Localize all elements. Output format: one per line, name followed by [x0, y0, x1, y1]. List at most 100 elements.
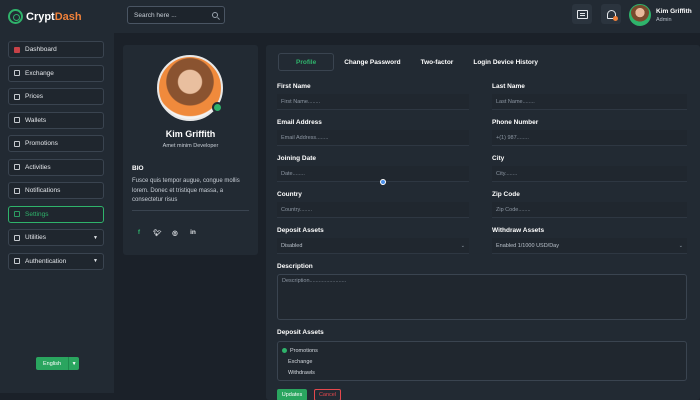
zip-input[interactable]: [496, 206, 683, 213]
brand-logo[interactable]: CryptDash: [8, 9, 82, 24]
city-input[interactable]: [496, 170, 683, 177]
brand-name: CryptDash: [26, 10, 82, 23]
zip-field[interactable]: [492, 202, 687, 218]
tab-login-device-history[interactable]: Login Device History: [463, 53, 548, 71]
dashboard-icon: [14, 46, 20, 53]
joining-date-input[interactable]: [281, 170, 465, 177]
country-label: Country: [277, 191, 302, 198]
deposit-assets-label: Deposit Assets: [277, 227, 324, 234]
deposit-assets-select[interactable]: Disabled ⌄: [277, 238, 469, 254]
joining-date-field[interactable]: [277, 166, 469, 182]
city-label: City: [492, 155, 505, 162]
logo-icon: [8, 9, 23, 24]
withdraw-assets-value: Enabled 1/1000 USD/Day: [496, 242, 559, 249]
cancel-button[interactable]: Cancel: [314, 389, 341, 400]
sidebar-item-dashboard[interactable]: Dashboard: [8, 41, 104, 58]
deposit-assets-list[interactable]: Promotions Exchange Withdrawls: [277, 341, 687, 381]
first-name-input[interactable]: [281, 98, 465, 105]
messages-button[interactable]: [572, 4, 592, 24]
deposit-assets-value: Disabled: [281, 242, 303, 249]
tab-change-password[interactable]: Change Password: [334, 53, 410, 71]
sidebar-item-activities[interactable]: Activities: [8, 158, 104, 176]
description-field[interactable]: [277, 274, 687, 320]
last-name-input[interactable]: [496, 98, 683, 105]
notifications-button[interactable]: [601, 4, 621, 24]
withdraw-assets-select[interactable]: Enabled 1/1000 USD/Day ⌄: [492, 238, 687, 254]
sidebar-item-authentication[interactable]: Authentication ▼: [8, 252, 104, 270]
percent-icon: [14, 140, 20, 147]
email-label: Email Address: [277, 119, 322, 126]
description-textarea[interactable]: [282, 278, 682, 316]
bell-icon: [14, 187, 20, 194]
activity-icon: [14, 164, 20, 170]
sidebar-nav: Dashboard Exchange Prices Wallets Promot…: [8, 41, 104, 276]
profile-card: Kim Griffith Amet minim Developer BIO Fu…: [123, 45, 258, 255]
tab-profile[interactable]: Profile: [278, 53, 335, 71]
language-selector[interactable]: English ▼: [36, 357, 80, 370]
chevron-down-icon[interactable]: ▼: [68, 357, 80, 370]
first-name-field[interactable]: [277, 94, 469, 110]
header-user-name: Kim Griffith: [656, 8, 692, 15]
facebook-icon[interactable]: f: [135, 229, 143, 237]
cursor-icon: [381, 180, 385, 184]
city-field[interactable]: [492, 166, 687, 182]
prices-icon: [14, 93, 20, 100]
sidebar-item-promotions[interactable]: Promotions: [8, 135, 104, 152]
chevron-down-icon: ▼: [93, 234, 98, 241]
divider: [132, 210, 249, 211]
first-name-label: First Name: [277, 83, 311, 90]
list-item[interactable]: Withdrawls: [282, 367, 682, 378]
utilities-icon: [14, 234, 20, 241]
lock-icon: [14, 258, 20, 264]
settings-tabs: Profile Change Password Two-factor Login…: [278, 53, 548, 71]
social-links: f 🐦︎ ◎ in: [135, 229, 197, 237]
sidebar: Dashboard Exchange Prices Wallets Promot…: [0, 33, 114, 393]
bio-text: Fusce quis tempor augue, congue mollis l…: [132, 178, 240, 203]
update-button[interactable]: Updates: [277, 389, 307, 400]
list-item[interactable]: Exchange: [282, 356, 682, 367]
search-input[interactable]: [134, 11, 209, 19]
avatar[interactable]: [629, 4, 651, 26]
profile-role: Amet minim Developer: [162, 143, 219, 149]
notification-dot: [613, 16, 618, 21]
email-input[interactable]: [281, 134, 465, 141]
country-field[interactable]: [277, 202, 469, 218]
withdraw-assets-label: Withdraw Assets: [492, 227, 545, 234]
header-user-role: Admin: [656, 17, 672, 23]
sidebar-item-notifications[interactable]: Notifications: [8, 182, 104, 199]
message-icon: [576, 9, 588, 19]
country-input[interactable]: [281, 206, 465, 213]
chevron-down-icon: ⌄: [678, 242, 683, 249]
chevron-down-icon: ⌄: [460, 242, 465, 249]
settings-form-card: Profile Change Password Two-factor Login…: [266, 45, 700, 400]
deposit-list-label: Deposit Assets: [277, 329, 324, 336]
instagram-icon[interactable]: ◎: [171, 229, 179, 237]
twitter-icon[interactable]: 🐦︎: [153, 229, 161, 237]
profile-name: Kim Griffith: [165, 129, 216, 139]
chevron-down-icon: ▼: [93, 258, 98, 264]
sidebar-item-settings[interactable]: Settings: [8, 205, 104, 223]
sidebar-item-utilities[interactable]: Utilities ▼: [8, 229, 104, 246]
phone-field[interactable]: [492, 130, 687, 146]
phone-input[interactable]: [496, 134, 683, 141]
last-name-field[interactable]: [492, 94, 687, 110]
zip-label: Zip Code: [492, 191, 520, 198]
exchange-icon: [14, 70, 20, 76]
sidebar-item-exchange[interactable]: Exchange: [8, 64, 104, 82]
search-box[interactable]: [127, 6, 225, 24]
top-bar: CryptDash Kim Griffith Admin: [0, 0, 700, 33]
tab-two-factor[interactable]: Two-factor: [411, 53, 464, 71]
joining-date-label: Joining Date: [277, 155, 317, 162]
online-status-icon: [212, 102, 223, 113]
sidebar-item-prices[interactable]: Prices: [8, 88, 104, 105]
language-button[interactable]: English: [36, 357, 69, 370]
sidebar-item-wallets[interactable]: Wallets: [8, 111, 104, 129]
linkedin-icon[interactable]: in: [189, 229, 197, 237]
phone-label: Phone Number: [492, 119, 539, 126]
wallet-icon: [14, 117, 20, 123]
selected-indicator-icon: [282, 348, 287, 353]
email-field[interactable]: [277, 130, 469, 146]
search-icon[interactable]: [212, 12, 218, 18]
bio-label: BIO: [132, 165, 144, 172]
list-item[interactable]: Promotions: [282, 345, 682, 356]
